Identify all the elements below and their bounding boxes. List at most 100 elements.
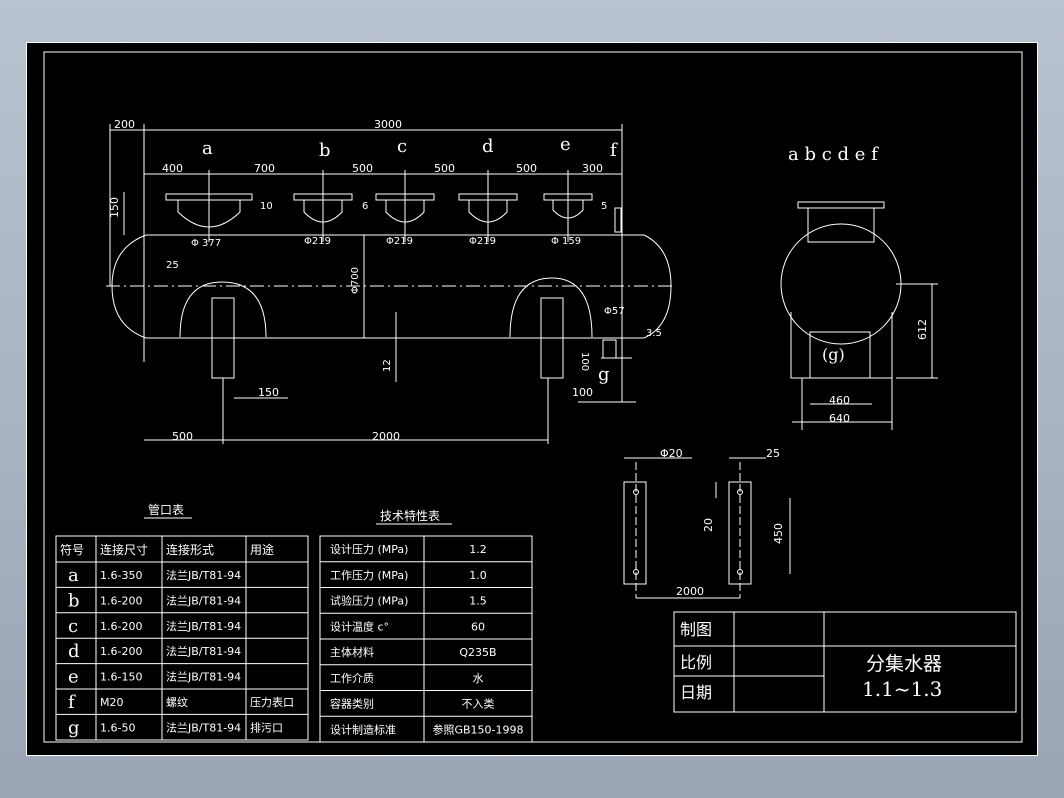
nozzle-f	[614, 207, 622, 233]
dim-500-c: 500	[516, 162, 537, 175]
nozzle-table-cell: b	[68, 590, 80, 611]
nozzle-label-d: d	[482, 136, 494, 157]
dim-phi219-c: Φ219	[386, 236, 413, 247]
tech-param-value: 1.0	[469, 569, 487, 582]
dim-phi57: Φ57	[604, 306, 625, 317]
dim-25-detail: 25	[766, 447, 780, 460]
dim-phi700: Φ700	[350, 267, 361, 294]
tech-table-grid	[320, 536, 532, 742]
nozzle-header-cell: 连接尺寸	[100, 542, 148, 557]
tech-param-label: 试验压力 (MPa)	[330, 594, 408, 608]
side-flange	[797, 201, 885, 209]
tb-drawing-name: 分集水器	[866, 653, 942, 675]
dim-3000: 3000	[374, 118, 402, 131]
tech-param-label: 设计压力 (MPa)	[330, 543, 408, 556]
dim-450: 450	[772, 523, 785, 544]
dim-200: 200	[114, 118, 135, 131]
nozzle-header-cell: 符号	[60, 542, 84, 557]
nozzle-label-a: a	[202, 138, 213, 159]
anchor-detail: Φ20 25 20 450 2000	[623, 447, 791, 599]
dim-2000: 2000	[372, 430, 400, 443]
tb-draw-label: 制图	[680, 620, 712, 639]
side-nozzle	[807, 207, 875, 243]
nozzle-table-cell: 1.6-350	[100, 569, 142, 582]
drain-nozzle-g	[601, 339, 632, 359]
tech-param-value: 不入类	[462, 697, 495, 711]
nozzle-table-cell: f	[68, 692, 76, 713]
tech-param-label: 设计制造标准	[330, 722, 396, 736]
dim-phi20: Φ20	[660, 447, 683, 460]
nozzle-table-cell: 1.6-200	[100, 594, 142, 607]
dim-phi219-b: Φ219	[304, 236, 331, 247]
dim-2000-detail: 2000	[676, 585, 704, 598]
dim-100-vertical: 100	[579, 352, 590, 371]
tech-param-label: 工作介质	[330, 672, 374, 685]
tech-param-value: 参照GB150-1998	[432, 722, 523, 736]
nozzle-table-cell: a	[68, 565, 79, 586]
tb-scale-label: 比例	[680, 653, 712, 672]
nozzle-table-cell: M20	[100, 696, 124, 709]
tech-table-title: 技术特性表	[380, 508, 440, 523]
dim-300: 300	[582, 162, 603, 175]
nozzle-label-g: g	[598, 364, 610, 385]
support-arc-right	[509, 277, 593, 338]
tech-param-value: Q235B	[459, 646, 496, 659]
nozzle-table-cell: 法兰JB/T81-94	[166, 644, 241, 658]
tb-date-label: 日期	[680, 683, 712, 702]
cad-drawing: 200 3000 400 700 500 500 500 300 150 10 …	[26, 42, 1038, 756]
nozzle-label-e: e	[560, 134, 571, 155]
nozzle-table-title: 管口表	[148, 502, 184, 517]
dim-640: 640	[829, 412, 850, 425]
nozzle-label-b: b	[319, 140, 331, 161]
nozzle-table-cell: 法兰JB/T81-94	[166, 720, 241, 734]
dim-612: 612	[916, 319, 929, 340]
dim-500-a: 500	[352, 162, 373, 175]
tech-param-label: 容器类别	[330, 697, 374, 711]
dim-100: 100	[572, 386, 593, 399]
dim-phi377: Φ 377	[191, 238, 221, 249]
front-dimensions: 200 3000 400 700 500 500 500 300 150 10 …	[108, 118, 662, 443]
dim-150-vertical: 150	[108, 197, 121, 218]
nozzle-table-cell: d	[68, 641, 80, 662]
dim-6: 6	[362, 201, 368, 212]
side-view-letters: a b c d e f	[788, 144, 879, 165]
nozzle-table-cell: 法兰JB/T81-94	[166, 593, 241, 607]
nozzle-table-cell: 螺纹	[166, 695, 188, 709]
nozzle-table-cell: 法兰JB/T81-94	[166, 670, 241, 684]
dim-150-bottom: 150	[258, 386, 279, 399]
nozzle-table-cell: c	[68, 616, 78, 637]
tech-param-label: 工作压力 (MPa)	[330, 569, 408, 582]
anchor-plate-left	[623, 481, 647, 585]
tech-param-value: 60	[471, 620, 485, 633]
dim-460: 460	[829, 394, 850, 407]
nozzle-table: 管口表 符号 连接尺寸 连接形式 用途 a 1.6-350 法兰JB/T81-94 b 1.6-…	[55, 502, 309, 741]
nozzle-table-cell: 压力表口	[250, 695, 294, 709]
nozzle-table-grid	[56, 536, 308, 740]
nozzle-table-cell: 法兰JB/T81-94	[166, 619, 241, 633]
nozzle-header-cell: 用途	[250, 542, 274, 557]
side-g-label: (g)	[822, 345, 845, 364]
nozzle-table-cell: 1.6-200	[100, 620, 142, 633]
nozzle-table-cell: g	[68, 717, 80, 738]
tech-table-cells: 设计压力 (MPa) 1.2 工作压力 (MPa) 1.0 试验压力 (MPa) 1.5 设…	[330, 543, 524, 736]
nozzle-table-cell: e	[68, 667, 79, 688]
title-block-frame	[673, 611, 1017, 713]
nozzle-label-f: f	[610, 140, 618, 161]
title-block: 制图 比例 日期 分集水器 1.1~1.3	[673, 611, 1017, 713]
tech-param-label: 设计温度 c°	[330, 619, 389, 633]
dim-400: 400	[162, 162, 183, 175]
drawing-sheet: 200 3000 400 700 500 500 500 300 150 10 …	[26, 42, 1038, 756]
tech-param-value: 1.2	[469, 543, 487, 556]
support-arc-left	[179, 281, 267, 338]
nozzle-table-cell: 法兰JB/T81-94	[166, 568, 241, 582]
nozzle-header-cell: 连接形式	[166, 542, 214, 557]
dim-700: 700	[254, 162, 275, 175]
nozzle-table-cell: 排污口	[250, 720, 283, 734]
tech-param-value: 水	[473, 672, 484, 685]
tech-table: 技术特性表 设计压力 (MPa) 1.2 工作压力 (MPa) 1.0 试验压力 (MP…	[319, 508, 533, 743]
dim-phi159: Φ 159	[551, 236, 581, 247]
tech-param-label: 主体材料	[330, 645, 374, 659]
nozzle-label-c: c	[397, 136, 407, 157]
dim-3-5: 3.5	[646, 328, 662, 339]
nozzle-table-cell: 1.6-200	[100, 645, 142, 658]
